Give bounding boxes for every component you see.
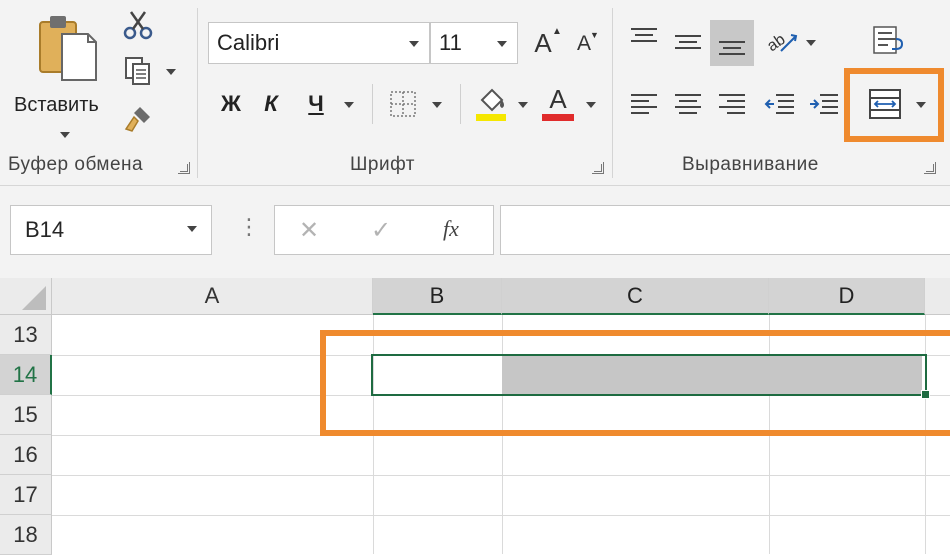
copy-dropdown-icon[interactable] [166, 69, 176, 75]
fill-color-button[interactable] [470, 82, 512, 124]
font-color-dropdown-icon[interactable] [586, 102, 596, 108]
font-size-dropdown-icon [497, 41, 507, 47]
paste-label: Вставить [14, 94, 99, 116]
name-box[interactable]: B14 [10, 205, 212, 255]
grow-font-button[interactable]: A ▲ [526, 24, 562, 62]
font-color-label: A [549, 84, 567, 114]
row-header-17[interactable]: 17 [0, 475, 52, 515]
formula-input[interactable] [500, 205, 950, 255]
name-box-dropdown-icon[interactable] [187, 226, 197, 232]
insert-function-icon[interactable]: fx [443, 216, 459, 242]
column-header-a[interactable]: A [52, 278, 373, 315]
row-header-18[interactable]: 18 [0, 515, 52, 555]
grid-line [52, 515, 950, 516]
orientation-button[interactable]: ab [762, 22, 802, 62]
align-top-button[interactable] [624, 18, 664, 58]
paste-dropdown-icon[interactable] [60, 132, 70, 138]
underline-label: Ч [308, 91, 324, 116]
alignment-launcher-icon[interactable] [924, 162, 936, 174]
font-name-select[interactable]: Calibri [208, 22, 430, 64]
align-left-icon [631, 94, 657, 114]
wrap-text-button[interactable] [866, 20, 910, 60]
font-divider [460, 84, 461, 124]
underline-button[interactable]: Ч [298, 86, 334, 122]
align-middle-button[interactable] [668, 22, 708, 62]
grow-font-label: A [534, 27, 552, 58]
shrink-font-caret-icon: ▼ [590, 30, 599, 40]
borders-button[interactable] [384, 86, 422, 122]
format-painter-button[interactable] [118, 100, 158, 138]
name-box-value: B14 [25, 217, 65, 242]
underline-dropdown-icon[interactable] [344, 102, 354, 108]
group-divider [612, 8, 613, 178]
row-header-14[interactable]: 14 [0, 355, 52, 395]
font-group-label: Шрифт [350, 154, 416, 175]
font-name-dropdown-icon [409, 41, 419, 47]
column-header-b[interactable]: B [373, 278, 502, 315]
decrease-indent-icon [764, 94, 794, 114]
font-size-select[interactable]: 11 [430, 22, 518, 64]
align-top-icon [631, 28, 657, 42]
bold-label: Ж [221, 91, 241, 116]
italic-button[interactable]: К [254, 86, 288, 122]
selection-highlight [320, 330, 950, 436]
wrap-text-icon [873, 26, 904, 54]
italic-label: К [264, 91, 278, 116]
align-center-icon [675, 94, 701, 114]
column-header-e[interactable] [925, 278, 950, 315]
align-right-icon [719, 94, 745, 114]
cancel-icon[interactable]: ✕ [299, 216, 319, 245]
enter-icon[interactable]: ✓ [371, 216, 391, 245]
increase-indent-icon [810, 94, 838, 114]
column-header-d[interactable]: D [769, 278, 925, 315]
ribbon: Вставить Буфер обмена Calibri 11 A ▲ A ▼… [0, 0, 950, 186]
row-header-13[interactable]: 13 [0, 315, 52, 355]
alignment-group-label: Выравнивание [682, 154, 819, 175]
scissors-icon [123, 11, 153, 40]
font-divider [372, 84, 373, 124]
group-divider [197, 8, 198, 178]
grow-font-caret-icon: ▲ [552, 26, 562, 37]
svg-text:ab: ab [765, 31, 789, 55]
align-bottom-icon [719, 41, 745, 55]
align-center-button[interactable] [668, 84, 708, 124]
font-color-button[interactable]: A [538, 82, 578, 124]
increase-indent-button[interactable] [804, 84, 844, 124]
row-header-15[interactable]: 15 [0, 395, 52, 435]
cut-button[interactable] [118, 6, 158, 44]
merge-center-highlight [844, 68, 944, 142]
paste-icon [39, 16, 97, 81]
paint-bucket-icon [476, 88, 506, 121]
formula-buttons: ✕ ✓ fx [274, 205, 494, 255]
bold-button[interactable]: Ж [214, 86, 248, 122]
orientation-dropdown-icon[interactable] [806, 40, 816, 46]
fill-color-dropdown-icon[interactable] [518, 102, 528, 108]
column-header-c[interactable]: C [502, 278, 769, 315]
shrink-font-label: A [576, 32, 591, 55]
shrink-font-button[interactable]: A ▼ [568, 26, 600, 62]
align-middle-icon [675, 35, 701, 49]
row-header-16[interactable]: 16 [0, 435, 52, 475]
paste-button[interactable]: Вставить [8, 8, 114, 146]
font-size-value: 11 [439, 30, 462, 55]
align-bottom-button[interactable] [710, 20, 754, 66]
borders-dropdown-icon[interactable] [432, 102, 442, 108]
select-all-icon [22, 286, 46, 310]
copy-icon [125, 57, 150, 85]
clipboard-launcher-icon[interactable] [178, 162, 190, 174]
copy-button[interactable] [118, 52, 158, 90]
format-painter-icon [124, 107, 150, 132]
orientation-icon: ab [765, 31, 798, 55]
align-left-button[interactable] [624, 84, 664, 124]
select-all-button[interactable] [0, 278, 52, 315]
decrease-indent-button[interactable] [760, 84, 800, 124]
more-options-icon[interactable]: ⋮ [238, 214, 260, 240]
borders-icon [390, 91, 416, 117]
grid-line [52, 475, 950, 476]
align-right-button[interactable] [712, 84, 752, 124]
font-name-value: Calibri [217, 30, 280, 55]
font-color-swatch [542, 114, 574, 121]
font-launcher-icon[interactable] [592, 162, 604, 174]
clipboard-group-label: Буфер обмена [8, 154, 144, 175]
